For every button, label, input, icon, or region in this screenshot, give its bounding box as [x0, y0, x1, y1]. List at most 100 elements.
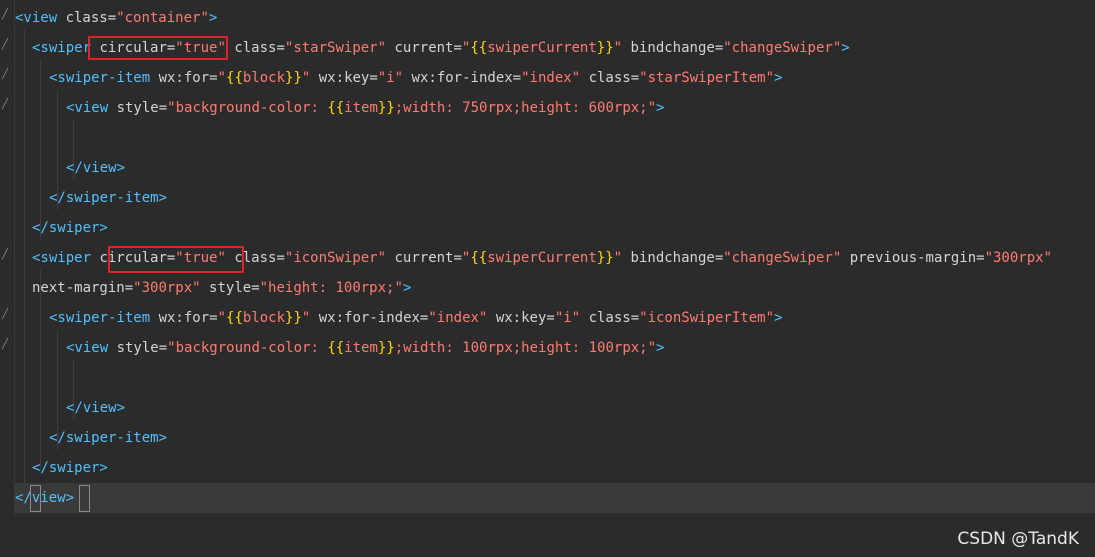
- code-token: "index": [428, 310, 488, 326]
- code-token: {{: [226, 70, 243, 86]
- code-line[interactable]: [15, 363, 66, 393]
- fold-marker-icon[interactable]: ╱: [2, 340, 10, 350]
- code-token: "iconSwiper": [284, 250, 387, 266]
- code-token: ": [217, 310, 227, 326]
- code-line[interactable]: </swiper>: [15, 213, 108, 243]
- code-token: class=: [65, 10, 117, 26]
- code-token: >: [841, 40, 850, 56]
- code-line[interactable]: <view class="container">: [15, 3, 217, 33]
- code-line[interactable]: </swiper>: [15, 453, 108, 483]
- code-token: {{: [327, 340, 345, 356]
- code-token: }}: [596, 250, 614, 266]
- code-token: "300rpx": [984, 250, 1052, 266]
- code-token: "300rpx": [133, 280, 201, 296]
- fold-marker-icon[interactable]: ╱: [2, 100, 10, 110]
- highlight-box-circular-2: [108, 246, 244, 273]
- code-token: bindchange=: [630, 250, 724, 266]
- code-token: {{: [327, 100, 345, 116]
- code-token: <view: [66, 100, 117, 116]
- fold-marker-icon[interactable]: ╱: [2, 250, 10, 260]
- fold-marker-icon[interactable]: ╱: [2, 10, 10, 20]
- code-token: class=: [588, 310, 640, 326]
- code-line[interactable]: </view>: [15, 153, 125, 183]
- watermark: CSDN @TandK: [957, 529, 1079, 549]
- code-token: wx:for=: [158, 310, 218, 326]
- code-token: <swiper-item: [49, 70, 159, 86]
- code-token: }}: [285, 70, 302, 86]
- fold-marker-icon[interactable]: ╱: [2, 310, 10, 320]
- code-token: }}: [377, 340, 395, 356]
- code-line[interactable]: <view style="background-color: {{item}};…: [15, 333, 664, 363]
- bracket-match-right: [79, 485, 90, 512]
- code-token: ;width: 750rpx;height: 600rpx;": [394, 100, 657, 116]
- code-token: wx:for-index=: [318, 310, 429, 326]
- code-token: wx:for-index=: [411, 70, 522, 86]
- code-token: </view>: [66, 160, 126, 176]
- code-token: class=: [234, 40, 285, 56]
- code-token: "height: 100rpx;": [259, 280, 403, 296]
- code-token: "changeSwiper": [723, 40, 842, 56]
- code-token: ": [217, 70, 227, 86]
- code-token: </view>: [15, 490, 75, 506]
- code-token: wx:key=: [495, 310, 555, 326]
- code-token: }}: [285, 310, 302, 326]
- code-token: block: [242, 310, 286, 326]
- code-token: block: [242, 70, 286, 86]
- code-token: >: [774, 70, 783, 86]
- code-token: "iconSwiperItem": [639, 310, 774, 326]
- highlight-box-circular-1: [88, 36, 228, 60]
- code-token: style=: [209, 280, 260, 296]
- code-token: <swiper-item: [49, 310, 159, 326]
- code-token: {{: [470, 250, 488, 266]
- code-token: "index": [521, 70, 581, 86]
- code-token: "starSwiperItem": [639, 70, 774, 86]
- code-token: >: [208, 10, 218, 26]
- code-line[interactable]: </view>: [15, 483, 1095, 513]
- code-token: item: [344, 340, 378, 356]
- code-token: </swiper>: [32, 220, 108, 236]
- code-line[interactable]: </swiper-item>: [15, 183, 167, 213]
- code-line[interactable]: </view>: [15, 393, 125, 423]
- code-token: }}: [377, 100, 395, 116]
- code-line[interactable]: [15, 123, 66, 153]
- code-token: "background-color:: [167, 100, 328, 116]
- bracket-match-left: [30, 485, 41, 512]
- code-editor[interactable]: ╱ ╱ ╱ ╱ ╱ ╱ ╱ <view class="container"> <s…: [0, 0, 1095, 557]
- code-token: "starSwiper": [284, 40, 387, 56]
- code-token: next-margin=: [32, 280, 134, 296]
- code-token: bindchange=: [630, 40, 724, 56]
- code-token: {{: [226, 310, 243, 326]
- code-token: ": [613, 250, 623, 266]
- code-token: </swiper>: [32, 460, 108, 476]
- code-token: wx:for=: [158, 70, 218, 86]
- code-line[interactable]: <swiper-item wx:for="{{block}}" wx:key="…: [15, 63, 782, 93]
- code-line[interactable]: </swiper-item>: [15, 423, 167, 453]
- code-token: >: [402, 280, 412, 296]
- code-line[interactable]: next-margin="300rpx" style="height: 100r…: [15, 273, 411, 303]
- code-token: >: [774, 310, 783, 326]
- code-token: >: [656, 100, 665, 116]
- editor-gutter: ╱ ╱ ╱ ╱ ╱ ╱ ╱: [0, 0, 15, 515]
- code-token: ;width: 100rpx;height: 100rpx;": [394, 340, 657, 356]
- code-line[interactable]: <view style="background-color: {{item}};…: [15, 93, 664, 123]
- code-token: </swiper-item>: [49, 430, 168, 446]
- code-token: item: [344, 100, 378, 116]
- code-token: "container": [116, 10, 209, 26]
- code-line[interactable]: <swiper-item wx:for="{{block}}" wx:for-i…: [15, 303, 782, 333]
- code-token: "background-color:: [167, 340, 328, 356]
- code-token: wx:key=: [318, 70, 378, 86]
- code-token: "i": [554, 310, 581, 326]
- code-token: swiperCurrent: [487, 40, 597, 56]
- fold-marker-icon[interactable]: ╱: [2, 70, 10, 80]
- fold-marker-icon[interactable]: ╱: [2, 40, 10, 50]
- code-token: </swiper-item>: [49, 190, 168, 206]
- code-token: <view: [15, 10, 66, 26]
